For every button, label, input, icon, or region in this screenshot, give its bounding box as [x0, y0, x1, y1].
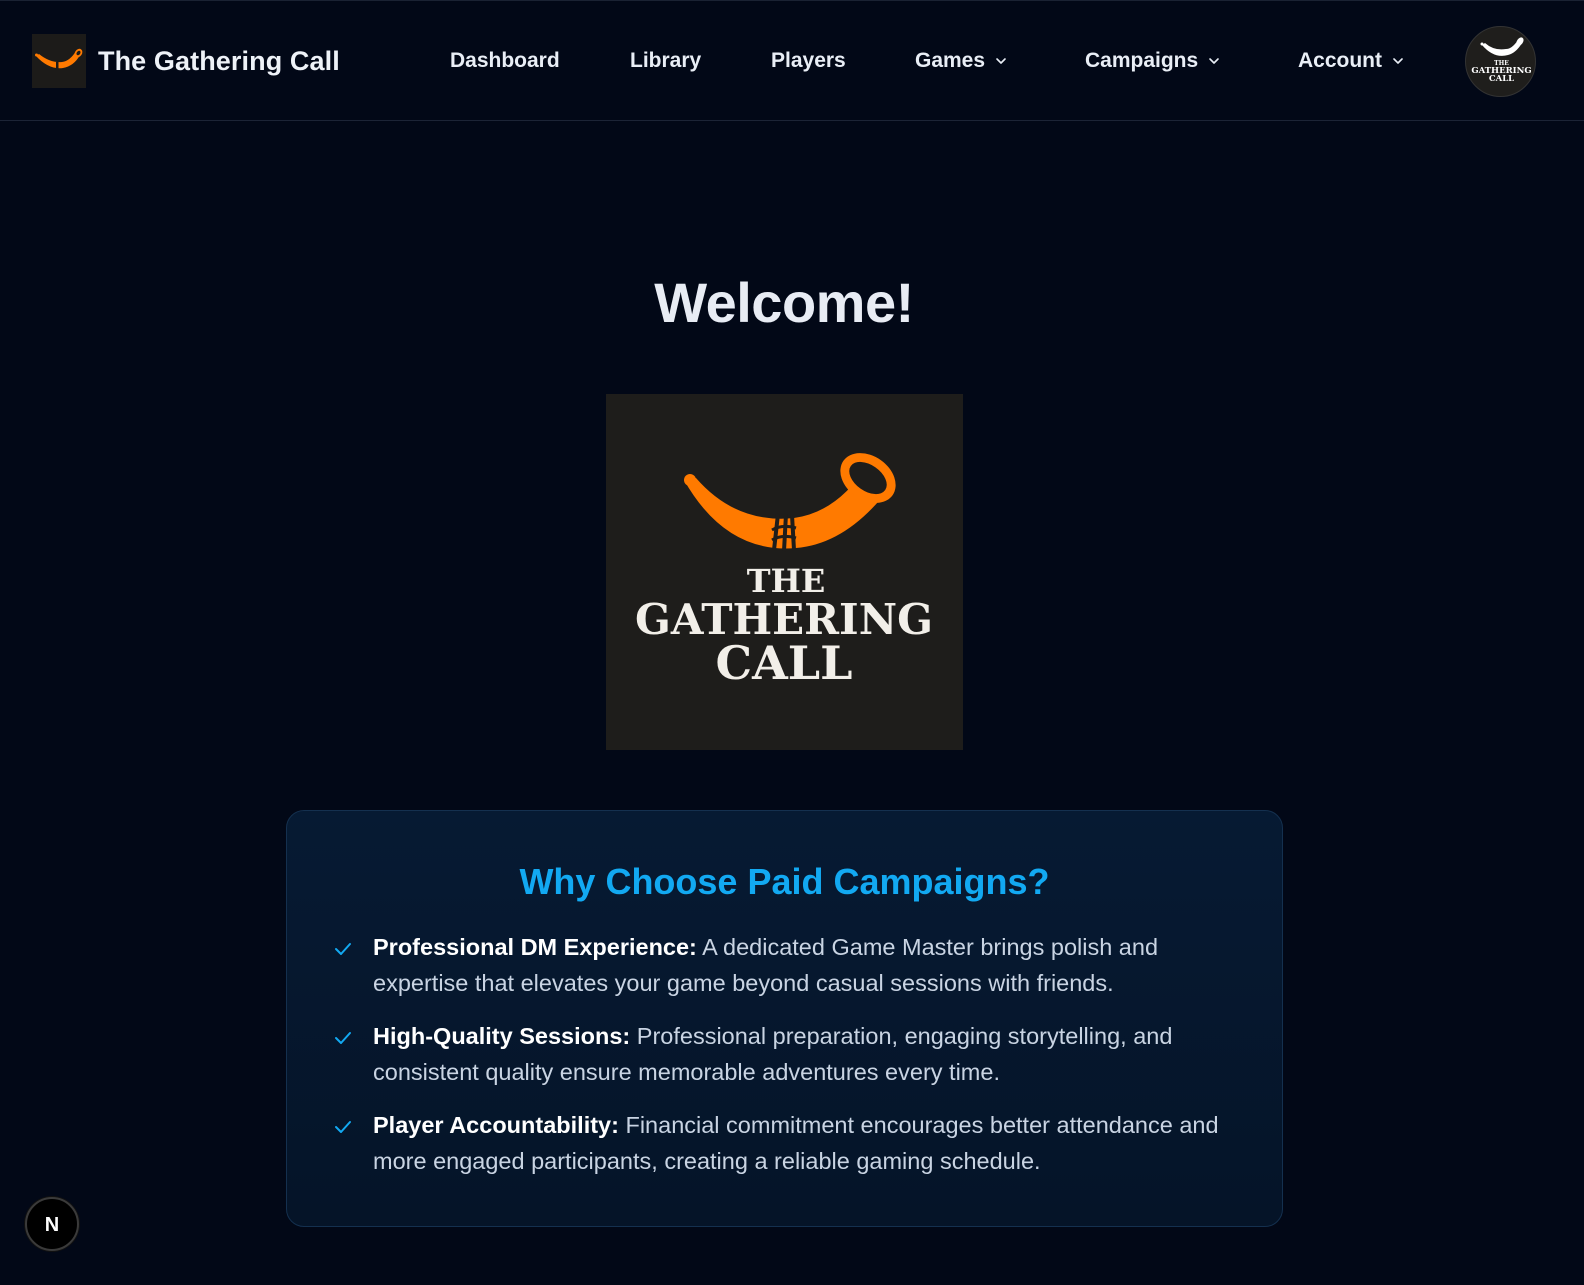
nav-games-label: Games — [915, 49, 986, 72]
svg-text:CALL: CALL — [1489, 74, 1514, 84]
benefit-text: High-Quality Sessions: Professional prep… — [373, 1018, 1243, 1090]
paid-campaigns-card: Why Choose Paid Campaigns? Professional … — [286, 810, 1283, 1227]
chevron-down-icon — [1393, 58, 1403, 64]
benefit-text: Player Accountability: Financial commitm… — [373, 1107, 1243, 1179]
chevron-down-icon — [996, 58, 1006, 64]
brand-logo — [32, 34, 86, 88]
n-logo-icon: N — [45, 1214, 59, 1236]
svg-text:CALL: CALL — [716, 636, 853, 690]
benefit-title: High-Quality Sessions: — [373, 1023, 631, 1049]
checkmark-icon — [335, 1121, 351, 1133]
nav-players[interactable]: Players — [771, 45, 846, 77]
checkmark-icon — [335, 1032, 351, 1044]
dev-tools-badge[interactable]: N — [25, 1197, 79, 1251]
nav-dashboard-label: Dashboard — [450, 49, 560, 72]
nav-library-label: Library — [630, 49, 702, 72]
nav-players-label: Players — [771, 49, 846, 72]
user-avatar[interactable]: THE GATHERING CALL — [1465, 26, 1536, 97]
svg-text:N: N — [45, 1214, 59, 1236]
horn-logo-icon: THE GATHERING CALL — [635, 453, 933, 690]
nav-dashboard[interactable]: Dashboard — [450, 45, 560, 77]
benefit-text: Professional DM Experience: A dedicated … — [373, 929, 1243, 1001]
nav-campaigns-dropdown[interactable]: Campaigns — [1085, 45, 1220, 77]
horn-icon — [35, 48, 83, 69]
page-title: Welcome! — [654, 271, 914, 334]
brand-home-link[interactable]: The Gathering Call — [32, 34, 340, 88]
checkmark-icon — [335, 943, 351, 955]
nav-account-label: Account — [1298, 49, 1382, 72]
chevron-down-icon — [1209, 58, 1220, 64]
nav-account-dropdown[interactable]: Account — [1298, 45, 1404, 77]
nav-games-dropdown[interactable]: Games — [915, 45, 1007, 77]
avatar-logo-icon: THE GATHERING CALL — [1471, 37, 1532, 84]
brand-title: The Gathering Call — [98, 45, 340, 76]
nav-library[interactable]: Library — [630, 45, 701, 77]
card-title: Why Choose Paid Campaigns? — [519, 861, 1050, 902]
nav-campaigns-label: Campaigns — [1085, 49, 1199, 72]
benefit-title: Player Accountability: — [373, 1112, 619, 1138]
top-navbar: The Gathering Call Dashboard Library Pla… — [0, 0, 1584, 121]
hero-logo: THE GATHERING CALL — [606, 394, 963, 750]
benefit-title: Professional DM Experience: — [373, 934, 697, 960]
